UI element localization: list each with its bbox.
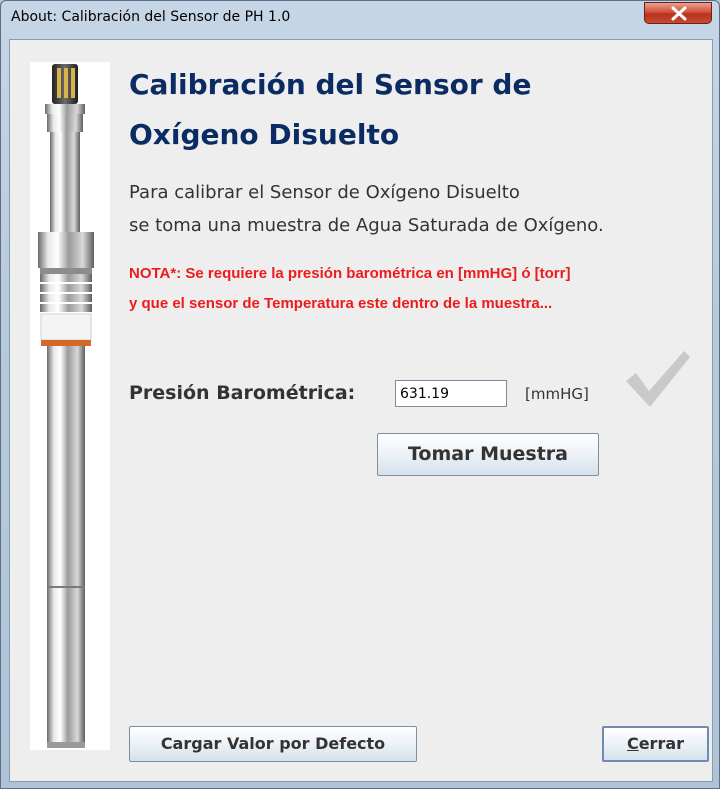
close-label: errar [638,734,685,753]
intro-line-2: se toma una muestra de Agua Saturada de … [129,215,604,236]
pressure-label: Presión Barométrica: [129,382,356,404]
note-line-2: y que el sensor de Temperatura este dent… [129,295,553,312]
warning-note: NOTA*: Se requiere la presión barométric… [129,259,570,319]
close-button[interactable]: Cerrar [602,726,709,762]
checkmark-icon [626,351,690,407]
background-window-title: Entradas Analógicas [399,11,602,30]
take-sample-button[interactable]: Tomar Muestra [377,433,599,476]
title-bar[interactable]: About: Calibración del Sensor de PH 1.0 … [1,1,719,39]
intro-text: Para calibrar el Sensor de Oxígeno Disue… [129,176,604,242]
pressure-unit: [mmHG] [525,385,589,403]
window-close-button[interactable] [644,2,712,24]
close-icon [671,6,687,21]
note-line-1: NOTA*: Se requiere la presión barométric… [129,265,571,282]
close-mnemonic: C [626,734,639,753]
title-line-2: Oxígeno Disuelto [129,118,400,151]
dialog-window: About: Calibración del Sensor de PH 1.0 … [0,0,720,789]
title-line-1: Calibración del Sensor de [129,68,532,101]
dialog-content: Calibración del Sensor de Oxígeno Disuel… [9,39,713,782]
window-title: About: Calibración del Sensor de PH 1.0 [11,9,291,25]
intro-line-1: Para calibrar el Sensor de Oxígeno Disue… [129,182,520,203]
sensor-probe-image [30,62,110,750]
page-title: Calibración del Sensor de Oxígeno Disuel… [129,60,689,160]
pressure-input[interactable] [395,380,507,407]
load-default-button[interactable]: Cargar Valor por Defecto [129,726,417,762]
